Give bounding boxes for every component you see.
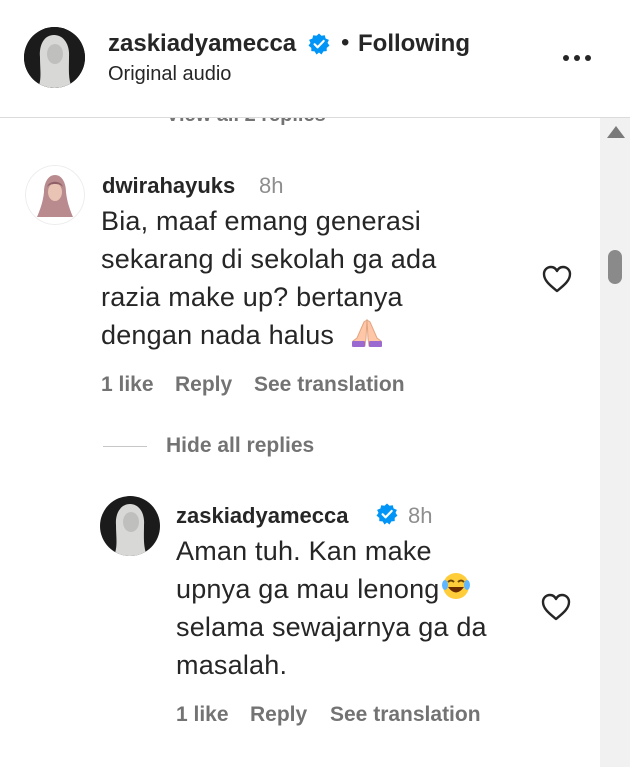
original-audio-link[interactable]: Original audio (108, 63, 231, 86)
see-translation-button[interactable]: See translation (330, 703, 481, 727)
see-translation-button[interactable]: See translation (254, 373, 405, 397)
reply-avatar[interactable] (100, 496, 160, 556)
header-separator: • (341, 29, 350, 56)
like-heart-icon[interactable] (540, 592, 572, 622)
author-username[interactable]: zaskiadyamecca (108, 30, 296, 58)
replies-divider (103, 446, 147, 447)
verified-badge-icon (308, 33, 330, 55)
hide-all-replies-button[interactable]: Hide all replies (166, 434, 314, 458)
reply-timestamp[interactable]: 8h (408, 503, 432, 529)
comment-line: Aman tuh. Kan make (176, 536, 432, 566)
reply-button[interactable]: Reply (175, 373, 232, 397)
author-avatar[interactable] (24, 27, 85, 88)
comment-text: Bia, maaf emang generasi sekarang di sek… (101, 202, 436, 354)
like-heart-icon[interactable] (541, 264, 573, 294)
reply-username[interactable]: zaskiadyamecca (176, 503, 348, 529)
rolling-laughing-emoji-icon (441, 573, 470, 599)
comment-line: selama sewajarnya ga da (176, 612, 487, 642)
folded-hands-icon (351, 319, 382, 347)
comment-line: Bia, maaf emang generasi (101, 206, 421, 236)
reply-button[interactable]: Reply (250, 703, 307, 727)
comment-line: razia make up? bertanya (101, 282, 403, 312)
post-header: zaskiadyamecca • Following Original audi… (0, 0, 630, 118)
comment-line: masalah. (176, 650, 288, 680)
verified-badge-icon (376, 503, 398, 525)
more-options-icon[interactable] (557, 42, 597, 72)
comment-line: sekarang di sekolah ga ada (101, 244, 437, 274)
comment-like-count[interactable]: 1 like (101, 373, 154, 397)
comment-line: dengan nada halus (101, 320, 335, 350)
comment-timestamp[interactable]: 8h (259, 173, 283, 199)
scrollbar-track[interactable] (600, 118, 630, 767)
reply-like-count[interactable]: 1 like (176, 703, 229, 727)
scroll-up-arrow-icon[interactable] (607, 126, 625, 138)
commenter-avatar[interactable] (25, 165, 85, 225)
comment-line: upnya ga mau lenong (176, 574, 440, 604)
reply-text: Aman tuh. Kan make upnya ga mau lenong s… (176, 532, 487, 684)
comment-username[interactable]: dwirahayuks (102, 173, 235, 199)
following-button[interactable]: Following (358, 30, 470, 58)
scrollbar-thumb[interactable] (608, 250, 622, 284)
